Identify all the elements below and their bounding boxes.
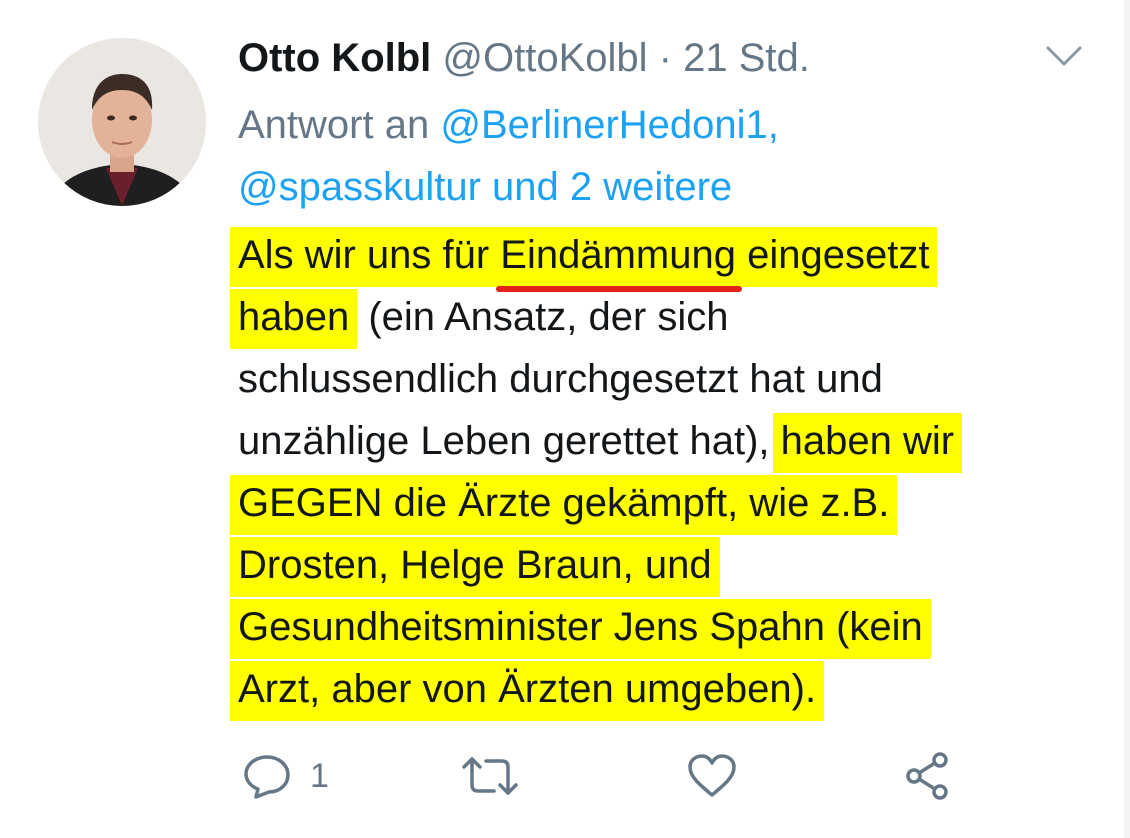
tweet-text-line: Drosten, Helge Braun, und [230,534,1098,597]
separator-dot: · [658,36,672,80]
reply-button[interactable]: 1 [242,748,329,804]
display-name[interactable]: Otto Kolbl [238,36,431,80]
screen-edge [1124,0,1130,838]
tweet-text-line: schlussendlich durchgesetzt hat und [238,348,1098,410]
share-icon [902,751,954,801]
user-handle[interactable]: @OttoKolbl [442,36,647,80]
text-segment: Als wir uns für [238,233,501,277]
avatar[interactable] [38,38,206,206]
heart-icon [686,753,738,799]
tweet-actions: 1 [238,748,998,804]
highlighted-text: haben wir [772,413,963,473]
highlighted-text: Als wir uns für Eindämmung eingesetzt [230,224,938,292]
reply-mention-link[interactable]: @BerlinerHedoni1, [440,103,779,147]
highlighted-text: Arzt, aber von Ärzten umgeben). [230,661,825,721]
highlighted-text: GEGEN die Ärzte gekämpft, wie z.B. [230,475,898,535]
text-segment: unzählige Leben gerettet hat), [238,419,781,463]
reply-icon [242,753,292,799]
like-button[interactable] [686,748,738,804]
highlighted-text: haben [230,289,358,349]
highlighted-text: Gesundheitsminister Jens Spahn (kein [230,599,931,659]
tweet-card[interactable]: Otto Kolbl @OttoKolbl · 21 Std. Antwort … [0,0,1130,838]
tweet-text-line: Als wir uns für Eindämmung eingesetzt [230,224,1098,292]
reply-context: Antwort an @BerlinerHedoni1, @spasskultu… [238,94,1058,218]
tweet-text: Als wir uns für Eindämmung eingesetzt ha… [230,224,1098,721]
reply-count: 1 [310,756,329,795]
tweet-timestamp[interactable]: 21 Std. [683,36,810,80]
underlined-word: Eindämmung [496,224,742,292]
reply-mention-link-others[interactable]: @spasskultur und 2 weitere [238,165,732,209]
share-button[interactable] [902,748,954,804]
text-segment: (ein Ansatz, der sich [357,295,729,339]
retweet-button[interactable] [460,748,520,804]
tweet-text-line: haben (ein Ansatz, der sich [230,286,1098,349]
tweet-text-line: Gesundheitsminister Jens Spahn (kein [230,596,1098,659]
tweet-text-line: unzählige Leben gerettet hat), haben wir [238,410,1098,473]
chevron-down-icon[interactable] [1044,42,1084,72]
tweet-text-line: Arzt, aber von Ärzten umgeben). [230,658,1098,721]
tweet-text-line: GEGEN die Ärzte gekämpft, wie z.B. [230,472,1098,535]
tweet-header: Otto Kolbl @OttoKolbl · 21 Std. [238,30,810,86]
text-segment: eingesetzt [735,233,930,277]
avatar-photo [38,38,206,206]
reply-prefix: Antwort an [238,103,430,147]
retweet-icon [460,753,520,799]
highlighted-text: Drosten, Helge Braun, und [230,537,720,597]
text-segment: schlussendlich durchgesetzt hat und [238,357,883,401]
